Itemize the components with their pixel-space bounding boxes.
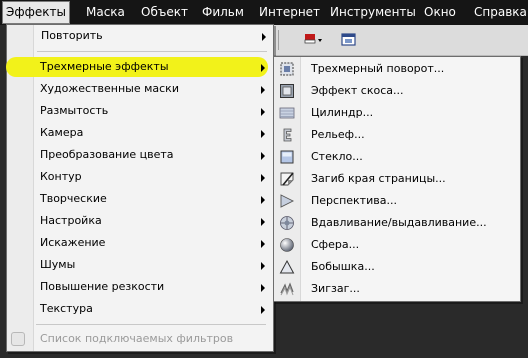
submenu-arrow-icon	[261, 218, 265, 226]
perspective-icon	[280, 194, 295, 208]
menu-effects-label: Эффекты	[6, 5, 66, 19]
submenu-arrow-icon	[261, 152, 265, 160]
submenu-item-bevel[interactable]: Эффект скоса...	[274, 80, 520, 102]
menu-tools-label: Инструменты	[330, 5, 416, 19]
menu-item-blur-label: Размытость	[40, 104, 109, 117]
image-window-icon[interactable]	[340, 31, 358, 49]
submenu-item-cylinder[interactable]: Цилиндр...	[274, 102, 520, 124]
menu-item-contour[interactable]: Контур	[6, 166, 272, 188]
menu-item-sharpen[interactable]: Повышение резкости	[6, 276, 272, 298]
fill-color-icon[interactable]	[302, 31, 324, 49]
submenu-item-page-curl-label: Загиб края страницы...	[311, 172, 446, 185]
emboss-icon	[283, 128, 292, 142]
menu-mask[interactable]: Маска	[86, 0, 125, 25]
menu-movie[interactable]: Фильм	[202, 0, 244, 25]
zigzag-icon	[280, 282, 294, 296]
submenu-arrow-icon	[261, 86, 265, 94]
submenu-item-boss[interactable]: Бобышка...	[274, 256, 520, 278]
menu-item-art-strokes-label: Художественные маски	[40, 82, 179, 95]
menu-item-noise-label: Шумы	[40, 258, 76, 271]
menu-help[interactable]: Справка	[474, 0, 527, 25]
menu-internet[interactable]: Интернет	[259, 0, 320, 25]
submenu-item-emboss-label: Рельеф...	[311, 128, 365, 141]
submenu-arrow-icon	[261, 196, 265, 204]
submenu-arrow-icon	[261, 174, 265, 182]
menu-item-color-transform-label: Преобразование цвета	[40, 148, 174, 161]
menu-item-creative-label: Творческие	[40, 192, 107, 205]
menu-item-noise[interactable]: Шумы	[6, 254, 272, 276]
menu-mask-label: Маска	[86, 5, 125, 19]
submenu-item-zigzag-label: Зигзаг...	[311, 282, 360, 295]
menu-item-adjust[interactable]: Настройка	[6, 210, 272, 232]
menu-object-label: Объект	[141, 5, 188, 19]
menu-window[interactable]: Окно	[424, 0, 456, 25]
menu-tools[interactable]: Инструменты	[330, 0, 416, 25]
plugin-filters-icon	[11, 332, 25, 346]
menu-item-sharpen-label: Повышение резкости	[40, 280, 165, 293]
pinch-punch-icon	[280, 216, 294, 230]
menu-item-camera-label: Камера	[40, 126, 84, 139]
menu-help-label: Справка	[474, 5, 527, 19]
submenu-item-3d-rotate[interactable]: Трехмерный поворот...	[274, 58, 520, 80]
menu-separator	[36, 324, 266, 325]
menu-item-3d-effects-label: Трехмерные эффекты	[40, 60, 169, 73]
menu-item-color-transform[interactable]: Преобразование цвета	[6, 144, 272, 166]
menu-item-plugin-filters-label: Список подключаемых фильтров	[40, 332, 234, 345]
submenu-item-cylinder-label: Цилиндр...	[311, 106, 374, 119]
boss-icon	[279, 259, 295, 274]
submenu-item-pinch-punch[interactable]: Вдавливание/выдавливание...	[274, 212, 520, 234]
menu-item-contour-label: Контур	[40, 170, 82, 183]
menu-movie-label: Фильм	[202, 5, 244, 19]
submenu-item-perspective-label: Перспектива...	[311, 194, 397, 207]
menu-item-3d-effects[interactable]: Трехмерные эффекты	[6, 56, 272, 78]
submenu-arrow-icon	[261, 64, 265, 72]
menu-item-camera[interactable]: Камера	[6, 122, 272, 144]
menu-item-plugin-filters: Список подключаемых фильтров	[6, 328, 272, 350]
menu-internet-label: Интернет	[259, 5, 321, 19]
effects-menu-items: Трехмерные эффекты Художественные маски …	[6, 24, 274, 352]
submenu-item-perspective[interactable]: Перспектива...	[274, 190, 520, 212]
submenu-arrow-icon	[261, 284, 265, 292]
menu-item-texture-label: Текстура	[40, 302, 93, 315]
submenu-arrow-icon	[261, 108, 265, 116]
bevel-icon	[280, 84, 294, 98]
menu-item-creative[interactable]: Творческие	[6, 188, 272, 210]
submenu-item-glass[interactable]: Стекло...	[274, 146, 520, 168]
submenu-item-sphere-label: Сфера...	[311, 238, 360, 251]
sphere-icon	[280, 238, 294, 252]
menu-window-label: Окно	[424, 5, 456, 19]
menu-effects[interactable]: Эффекты	[2, 1, 70, 24]
rotate-3d-icon	[280, 62, 294, 76]
menu-item-texture[interactable]: Текстура	[6, 298, 272, 320]
submenu-item-bevel-label: Эффект скоса...	[311, 84, 404, 97]
menu-item-blur[interactable]: Размытость	[6, 100, 272, 122]
submenu-item-glass-label: Стекло...	[311, 150, 363, 163]
menu-item-distort-label: Искажение	[40, 236, 106, 249]
submenu-arrow-icon	[261, 130, 265, 138]
toolbar	[262, 25, 528, 56]
cylinder-icon	[279, 107, 295, 119]
submenu-item-sphere[interactable]: Сфера...	[274, 234, 520, 256]
submenu-item-3d-rotate-label: Трехмерный поворот...	[311, 62, 445, 75]
menu-item-art-strokes[interactable]: Художественные маски	[6, 78, 272, 100]
submenu-item-pinch-punch-label: Вдавливание/выдавливание...	[311, 216, 487, 229]
submenu-item-boss-label: Бобышка...	[311, 260, 375, 273]
submenu-arrow-icon	[261, 262, 265, 270]
menu-object[interactable]: Объект	[141, 0, 188, 25]
page-curl-icon	[280, 172, 294, 186]
glass-icon	[280, 150, 294, 164]
submenu-item-emboss[interactable]: Рельеф...	[274, 124, 520, 146]
3d-effects-submenu: Трехмерный поворот... Эффект скоса... Ци…	[273, 56, 521, 302]
submenu-item-zigzag[interactable]: Зигзаг...	[274, 278, 520, 300]
submenu-arrow-icon	[261, 240, 265, 248]
menu-item-adjust-label: Настройка	[40, 214, 102, 227]
menu-bar: Эффекты Маска Объект Фильм Интернет Инст…	[0, 0, 528, 25]
submenu-arrow-icon	[261, 306, 265, 314]
toolbar-separator	[278, 30, 279, 50]
submenu-item-page-curl[interactable]: Загиб края страницы...	[274, 168, 520, 190]
menu-item-distort[interactable]: Искажение	[6, 232, 272, 254]
